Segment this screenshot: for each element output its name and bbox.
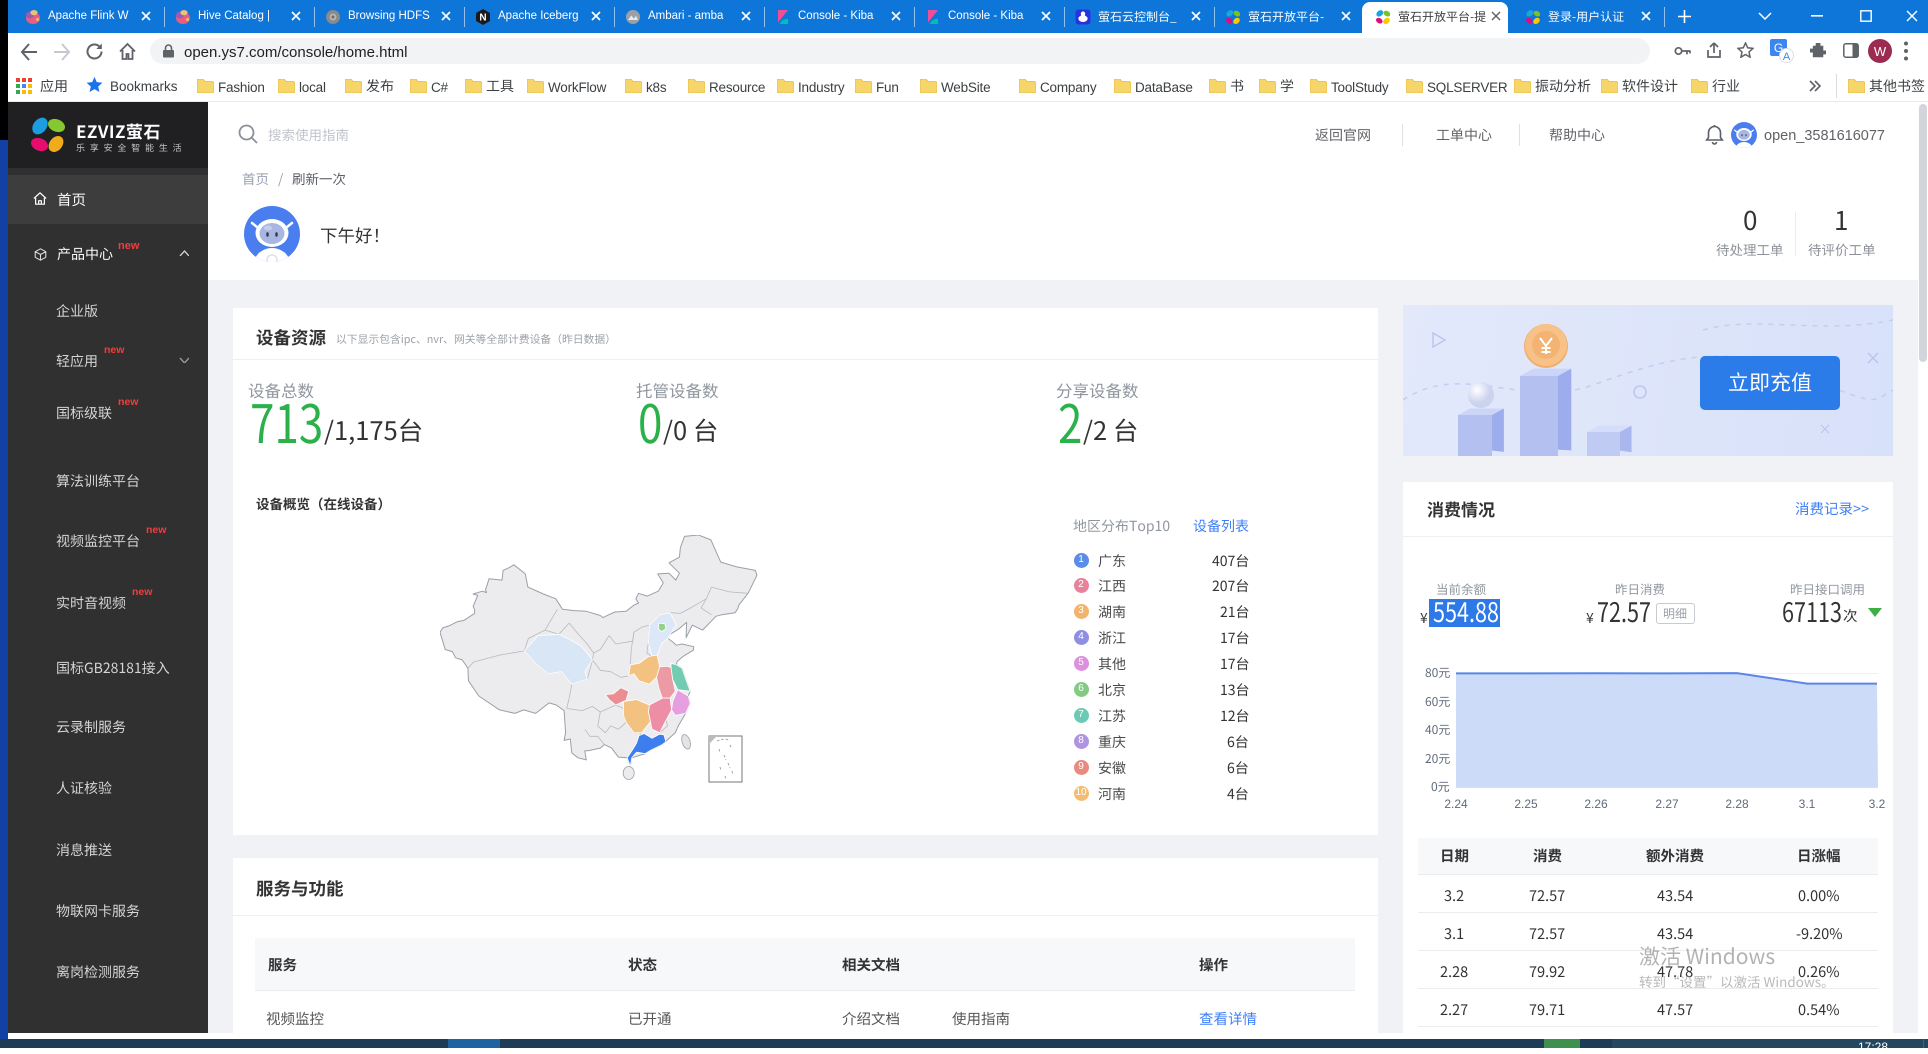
svg-text:N: N <box>479 13 486 24</box>
svg-text:W: W <box>1874 44 1887 59</box>
svg-text:A: A <box>1783 51 1791 63</box>
